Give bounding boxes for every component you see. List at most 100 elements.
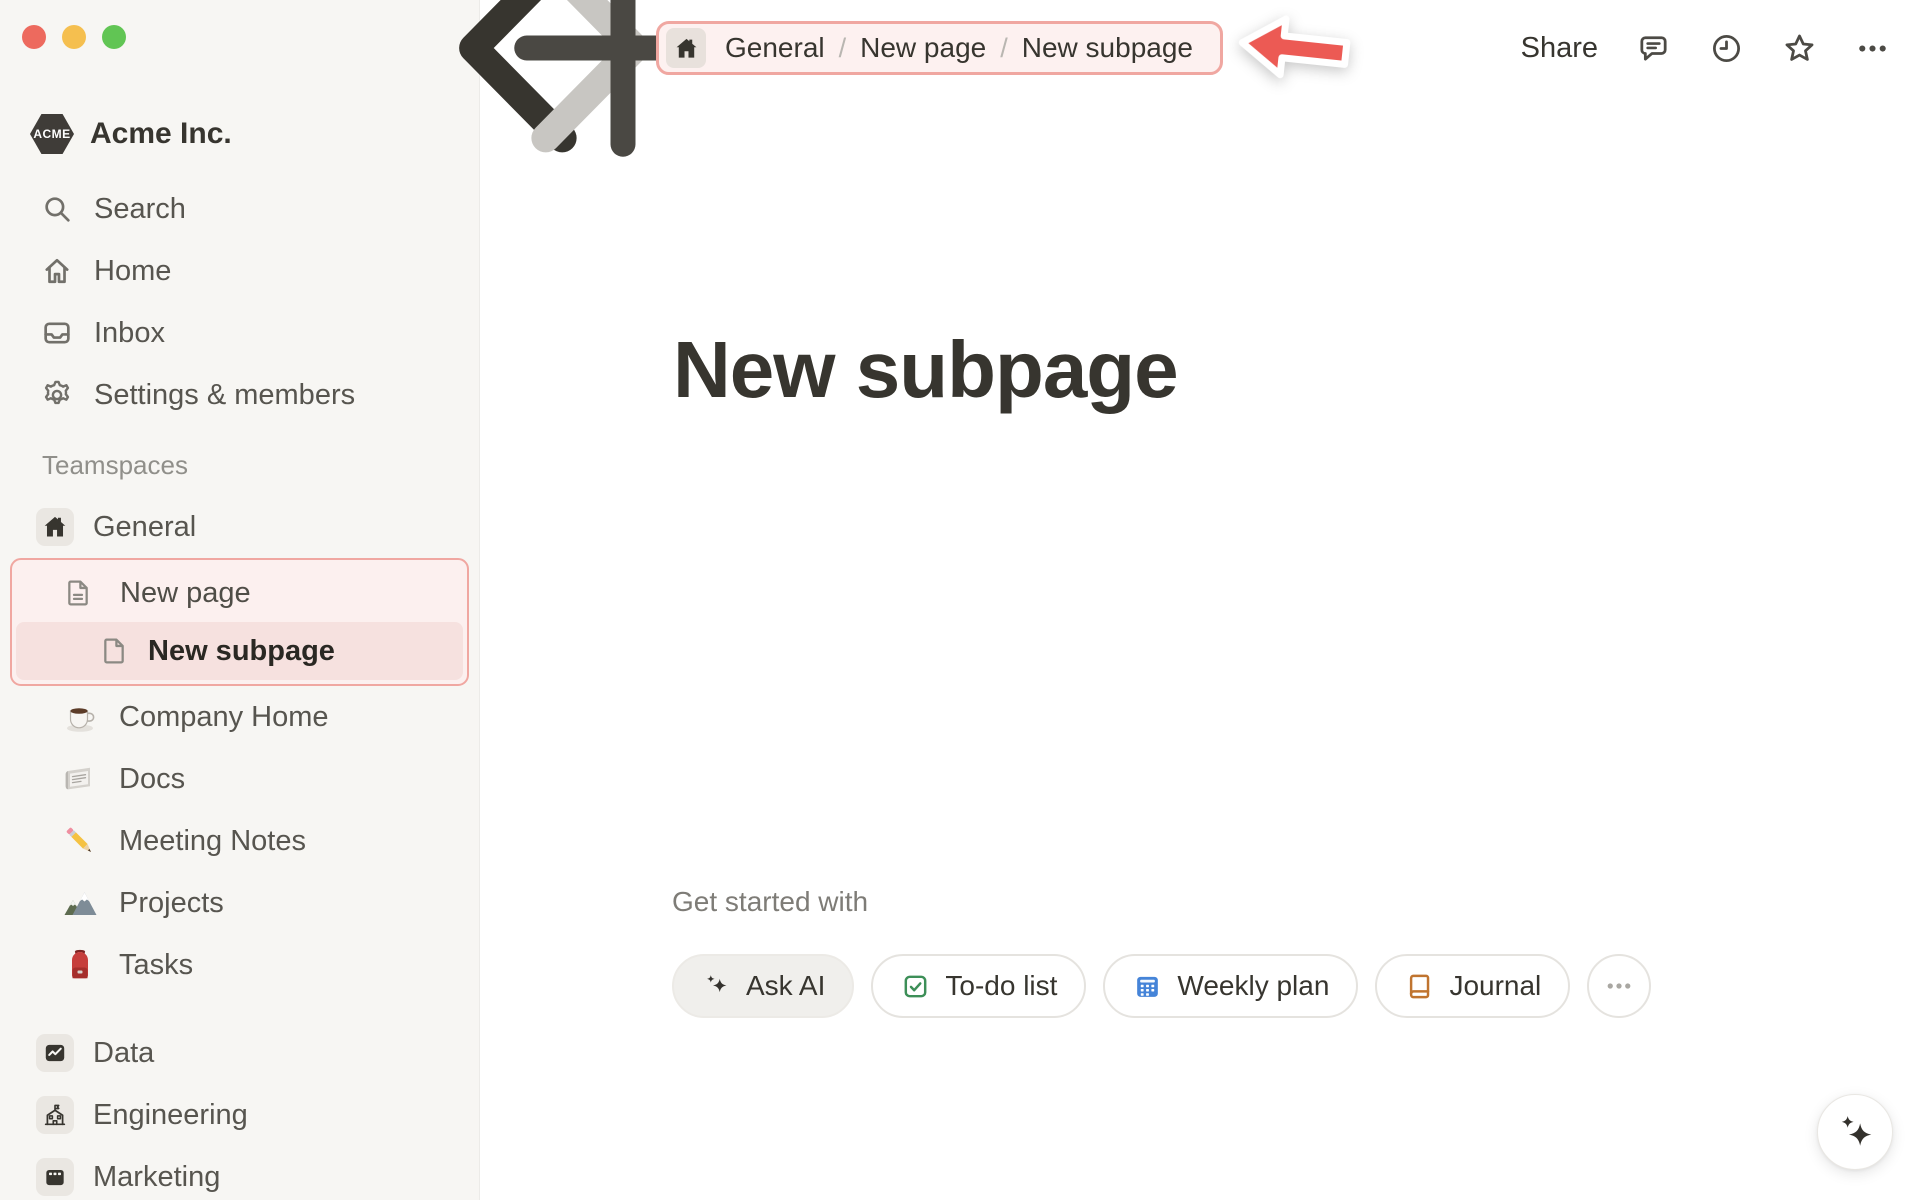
billboard-badge bbox=[36, 1158, 74, 1196]
sidebar-item-label: Projects bbox=[119, 886, 224, 919]
dots-button[interactable] bbox=[1855, 31, 1890, 66]
sidebar-item-label: New subpage bbox=[148, 634, 335, 667]
sidebar-item-label: General bbox=[93, 510, 197, 543]
search-icon bbox=[40, 192, 74, 226]
sparkles-icon bbox=[1833, 1110, 1877, 1154]
todo-icon bbox=[900, 971, 931, 1002]
house-icon bbox=[674, 36, 699, 61]
sidebar-item-projects[interactable]: Projects bbox=[0, 872, 479, 934]
workspace-name: Acme Inc. bbox=[90, 117, 232, 150]
sidebar-item-label: Search bbox=[94, 192, 186, 225]
dots-icon bbox=[1604, 971, 1634, 1001]
teamspaces-list: General New page New subpage Company Home Do… bbox=[0, 496, 479, 996]
topbar: General / New page / New subpage Share bbox=[459, 0, 1920, 157]
traffic-light-minimize[interactable] bbox=[62, 25, 86, 49]
backpack-icon bbox=[62, 947, 98, 983]
inbox-icon bbox=[40, 316, 74, 350]
main-area: General / New page / New subpage Share New s… bbox=[459, 0, 1920, 1200]
page-text-icon bbox=[62, 577, 94, 609]
get-started-section: Get started with Ask AI To-do list Weekly … bbox=[672, 886, 1652, 1018]
traffic-light-close[interactable] bbox=[22, 25, 46, 49]
sidebar-item-home[interactable]: Home bbox=[0, 240, 479, 302]
sidebar-item-marketing[interactable]: Marketing bbox=[0, 1146, 479, 1200]
starter-weekly-plan-button[interactable]: Weekly plan bbox=[1103, 954, 1359, 1018]
sidebar-item-label: Meeting Notes bbox=[119, 824, 306, 857]
starter-journal-button[interactable]: Journal bbox=[1375, 954, 1571, 1018]
starter-label: To-do list bbox=[945, 970, 1058, 1001]
data-badge-icon bbox=[42, 1040, 68, 1066]
sidebar-item-data[interactable]: Data bbox=[0, 1022, 479, 1084]
breadcrumb-segment-new-page[interactable]: New page bbox=[853, 32, 993, 64]
comment-button[interactable] bbox=[1636, 31, 1671, 66]
comment-icon bbox=[1636, 31, 1671, 66]
sidebar-item-engineering[interactable]: Engineering bbox=[0, 1084, 479, 1146]
starter-label: Ask AI bbox=[746, 970, 826, 1001]
sidebar-item-new-subpage[interactable]: New subpage bbox=[16, 622, 463, 680]
spaces-list: Data Engineering Marketing bbox=[0, 1022, 479, 1200]
sidebar-item-label: New page bbox=[120, 576, 251, 609]
get-started-label: Get started with bbox=[672, 886, 869, 917]
data-badge bbox=[36, 1034, 74, 1072]
sidebar-item-settings-members[interactable]: Settings & members bbox=[0, 364, 479, 426]
mountain-icon bbox=[62, 885, 98, 921]
starter-label: Weekly plan bbox=[1177, 970, 1330, 1001]
highlighted-pages-group: New page New subpage bbox=[10, 558, 469, 686]
sidebar-item-tasks[interactable]: Tasks bbox=[0, 934, 479, 996]
dots-icon bbox=[1855, 31, 1890, 66]
sidebar-item-docs[interactable]: Docs bbox=[0, 748, 479, 810]
sidebar-item-general[interactable]: General bbox=[0, 496, 479, 558]
breadcrumb-segment-general[interactable]: General bbox=[718, 32, 832, 64]
school-badge-icon bbox=[42, 1102, 68, 1128]
pencil-icon bbox=[62, 823, 98, 859]
sidebar-item-label: Docs bbox=[119, 762, 186, 795]
newspaper-icon bbox=[62, 761, 98, 797]
sidebar-item-label: Home bbox=[94, 254, 172, 287]
chevron-down-icon bbox=[250, 123, 276, 149]
sidebar-item-label: Tasks bbox=[119, 948, 194, 981]
sidebar-item-company-home[interactable]: Company Home bbox=[0, 686, 479, 748]
journal-icon bbox=[1404, 971, 1435, 1002]
billboard-badge-icon bbox=[42, 1164, 68, 1190]
new-page-button[interactable] bbox=[514, 0, 732, 157]
home-badge bbox=[36, 508, 74, 546]
calendar-icon bbox=[1132, 971, 1163, 1002]
sidebar-item-new-page[interactable]: New page bbox=[16, 564, 463, 622]
sidebar-item-label: Company Home bbox=[119, 700, 329, 733]
workspace-logo: ACME bbox=[30, 114, 74, 154]
breadcrumb-segment-new-subpage[interactable]: New subpage bbox=[1015, 32, 1200, 64]
sidebar-item-label: Data bbox=[93, 1036, 155, 1069]
topbar-actions: Share bbox=[1521, 31, 1890, 66]
gear-icon bbox=[40, 378, 74, 412]
home-badge-icon bbox=[42, 514, 68, 540]
notion-ai-button[interactable] bbox=[1817, 1094, 1893, 1170]
sidebar-item-label: Marketing bbox=[93, 1160, 221, 1193]
breadcrumb-separator: / bbox=[1000, 32, 1008, 63]
annotation-arrow bbox=[1232, 7, 1357, 89]
breadcrumb-home-badge bbox=[666, 28, 706, 68]
sidebar-item-label: Engineering bbox=[93, 1098, 248, 1131]
sidebar-item-label: Inbox bbox=[94, 316, 165, 349]
breadcrumb-separator: / bbox=[838, 32, 847, 63]
starter-ask-ai-button[interactable]: Ask AI bbox=[672, 954, 855, 1018]
page-blank-icon bbox=[98, 635, 130, 667]
clock-icon bbox=[1709, 31, 1744, 66]
starter-to-do-list-button[interactable]: To-do list bbox=[871, 954, 1087, 1018]
coffee-icon bbox=[62, 699, 98, 735]
starter-more-button[interactable] bbox=[1587, 954, 1652, 1018]
sidebar-nav: Search Home Inbox Settings & members bbox=[0, 178, 479, 426]
star-button[interactable] bbox=[1782, 31, 1817, 66]
starter-buttons: Ask AI To-do list Weekly plan Journal bbox=[672, 954, 1652, 1018]
starter-label: Journal bbox=[1449, 970, 1542, 1001]
sidebar-item-meeting-notes[interactable]: Meeting Notes bbox=[0, 810, 479, 872]
traffic-light-zoom[interactable] bbox=[102, 25, 126, 49]
share-button[interactable]: Share bbox=[1521, 32, 1598, 65]
school-badge bbox=[36, 1096, 74, 1134]
sparkle-ai-icon bbox=[701, 971, 732, 1002]
sidebar-item-inbox[interactable]: Inbox bbox=[0, 302, 479, 364]
notion-window: ACME Acme Inc. Search Home Inbox Settings &… bbox=[0, 0, 1920, 1200]
home-outline-icon bbox=[40, 254, 74, 288]
clock-button[interactable] bbox=[1709, 31, 1744, 66]
breadcrumb[interactable]: General / New page / New subpage bbox=[656, 21, 1223, 75]
page-title[interactable]: New subpage bbox=[673, 324, 1179, 416]
star-icon bbox=[1782, 31, 1817, 66]
